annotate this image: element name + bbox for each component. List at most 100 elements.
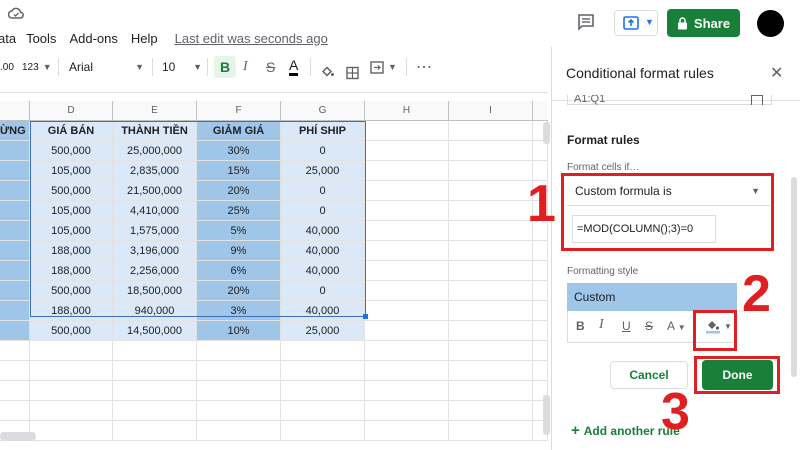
table-cell[interactable]: 40,000 bbox=[281, 221, 365, 241]
grid-cell[interactable] bbox=[0, 361, 30, 381]
grid-cell[interactable] bbox=[113, 341, 197, 361]
table-cell[interactable] bbox=[0, 241, 30, 261]
grid-cell[interactable] bbox=[113, 401, 197, 421]
table-header-cell[interactable]: GIẢM GIÁ bbox=[197, 121, 281, 141]
menu-help[interactable]: Help bbox=[131, 31, 158, 46]
grid-cell[interactable] bbox=[365, 401, 449, 421]
table-cell[interactable]: 188,000 bbox=[30, 261, 113, 281]
grid-cell[interactable] bbox=[365, 201, 449, 221]
grid-cell[interactable] bbox=[281, 421, 365, 441]
decimal-button[interactable]: .00 bbox=[0, 54, 14, 80]
table-cell[interactable] bbox=[0, 201, 30, 221]
table-cell[interactable]: 40,000 bbox=[281, 241, 365, 261]
column-header-g[interactable]: G bbox=[281, 101, 365, 121]
grid-cell[interactable] bbox=[533, 301, 548, 321]
horizontal-scrollbar[interactable] bbox=[0, 432, 36, 441]
table-cell[interactable] bbox=[0, 221, 30, 241]
table-cell[interactable]: 2,256,000 bbox=[113, 261, 197, 281]
number-format-button[interactable]: 123 ▼ bbox=[22, 54, 52, 80]
table-cell[interactable]: 188,000 bbox=[30, 241, 113, 261]
grid-cell[interactable] bbox=[365, 121, 449, 141]
grid-cell[interactable] bbox=[449, 201, 533, 221]
grid-cell[interactable] bbox=[365, 381, 449, 401]
table-cell[interactable]: 9% bbox=[197, 241, 281, 261]
custom-formula-input[interactable]: =MOD(COLUMN();3)=0 bbox=[572, 215, 716, 243]
fill-color-icon[interactable] bbox=[320, 59, 335, 85]
grid-cell[interactable] bbox=[0, 401, 30, 421]
grid-cell[interactable] bbox=[533, 341, 548, 361]
range-input[interactable]: A1:Q1 bbox=[567, 95, 772, 105]
table-cell[interactable]: 188,000 bbox=[30, 301, 113, 321]
style-strikethrough-button[interactable]: S bbox=[645, 319, 653, 333]
text-color-button[interactable]: A bbox=[289, 56, 299, 76]
column-header-f[interactable]: F bbox=[197, 101, 281, 121]
grid-cell[interactable] bbox=[449, 381, 533, 401]
grid-cell[interactable] bbox=[449, 281, 533, 301]
grid-cell[interactable] bbox=[449, 181, 533, 201]
strikethrough-button[interactable]: S bbox=[266, 54, 275, 80]
borders-icon[interactable] bbox=[346, 60, 359, 86]
table-cell[interactable]: 3,196,000 bbox=[113, 241, 197, 261]
grid-cell[interactable] bbox=[281, 341, 365, 361]
table-cell[interactable]: 0 bbox=[281, 141, 365, 161]
grid-cell[interactable] bbox=[533, 241, 548, 261]
table-cell[interactable]: 18,500,000 bbox=[113, 281, 197, 301]
table-cell[interactable] bbox=[0, 281, 30, 301]
grid-cell[interactable] bbox=[281, 361, 365, 381]
merge-cells-button[interactable]: ▼ bbox=[370, 54, 397, 80]
font-select[interactable]: Arial ▼ bbox=[69, 54, 144, 80]
more-options-icon[interactable]: ⋮ bbox=[411, 59, 437, 75]
table-cell[interactable]: 14,500,000 bbox=[113, 321, 197, 341]
table-cell[interactable]: 105,000 bbox=[30, 161, 113, 181]
grid-cell[interactable] bbox=[113, 381, 197, 401]
grid-cell[interactable] bbox=[449, 401, 533, 421]
table-header-cell[interactable]: ỪNG bbox=[0, 121, 30, 141]
grid-cell[interactable] bbox=[365, 221, 449, 241]
comment-icon[interactable] bbox=[577, 13, 595, 31]
table-cell[interactable]: 10% bbox=[197, 321, 281, 341]
table-header-cell[interactable]: THÀNH TIỀN bbox=[113, 121, 197, 141]
grid-cell[interactable] bbox=[449, 261, 533, 281]
grid-cell[interactable] bbox=[449, 321, 533, 341]
table-cell[interactable]: 40,000 bbox=[281, 261, 365, 281]
table-cell[interactable]: 500,000 bbox=[30, 321, 113, 341]
table-cell[interactable]: 25,000 bbox=[281, 321, 365, 341]
grid-cell[interactable] bbox=[449, 141, 533, 161]
table-cell[interactable]: 0 bbox=[281, 201, 365, 221]
style-bold-button[interactable]: B bbox=[576, 319, 585, 333]
grid-cell[interactable] bbox=[365, 421, 449, 441]
grid-cell[interactable] bbox=[365, 361, 449, 381]
grid-cell[interactable] bbox=[0, 341, 30, 361]
style-italic-button[interactable]: I bbox=[599, 317, 604, 333]
grid-cell[interactable] bbox=[197, 421, 281, 441]
table-cell[interactable]: 30% bbox=[197, 141, 281, 161]
grid-cell[interactable] bbox=[0, 381, 30, 401]
italic-button[interactable]: I bbox=[243, 54, 248, 80]
column-header-j[interactable] bbox=[533, 101, 548, 121]
table-cell[interactable]: 2,835,000 bbox=[113, 161, 197, 181]
grid-cell[interactable] bbox=[449, 301, 533, 321]
grid-cell[interactable] bbox=[30, 401, 113, 421]
table-cell[interactable]: 4,410,000 bbox=[113, 201, 197, 221]
table-cell[interactable]: 105,000 bbox=[30, 221, 113, 241]
table-cell[interactable]: 500,000 bbox=[30, 281, 113, 301]
grid-cell[interactable] bbox=[113, 361, 197, 381]
table-cell[interactable] bbox=[0, 261, 30, 281]
grid-cell[interactable] bbox=[449, 121, 533, 141]
table-cell[interactable]: 21,500,000 bbox=[113, 181, 197, 201]
table-cell[interactable]: 15% bbox=[197, 161, 281, 181]
table-cell[interactable] bbox=[0, 321, 30, 341]
style-fill-color-icon[interactable] bbox=[705, 318, 721, 334]
present-button[interactable]: ▼ bbox=[614, 10, 658, 36]
table-cell[interactable] bbox=[0, 161, 30, 181]
grid-cell[interactable] bbox=[533, 321, 548, 341]
table-cell[interactable]: 105,000 bbox=[30, 201, 113, 221]
grid-cell[interactable] bbox=[113, 421, 197, 441]
column-header-d[interactable]: D bbox=[30, 101, 113, 121]
menu-tools[interactable]: Tools bbox=[26, 31, 56, 46]
table-cell[interactable]: 5% bbox=[197, 221, 281, 241]
grid-cell[interactable] bbox=[449, 161, 533, 181]
column-header-e[interactable]: E bbox=[113, 101, 197, 121]
done-button[interactable]: Done bbox=[702, 360, 773, 390]
grid-cell[interactable] bbox=[365, 301, 449, 321]
